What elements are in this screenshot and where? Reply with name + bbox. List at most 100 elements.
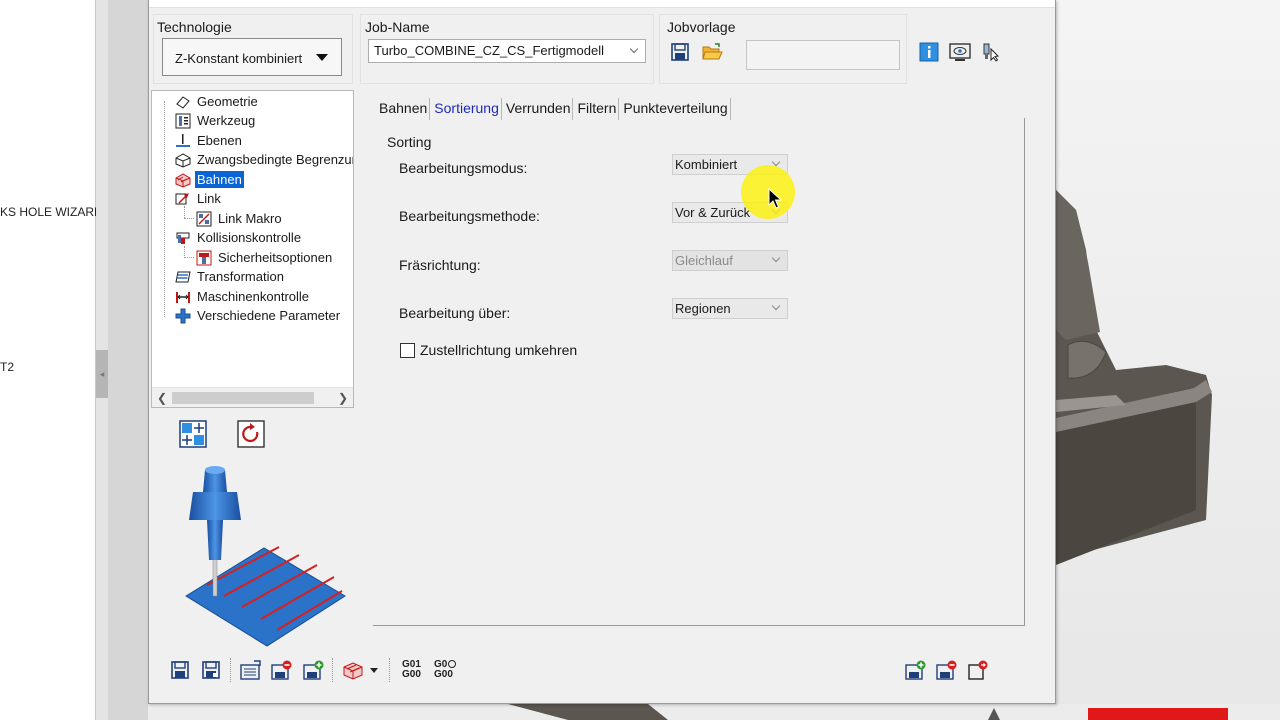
tree-item-link-makro[interactable]: Link Makro [195, 209, 284, 228]
scroll-right-icon[interactable]: ❯ [335, 390, 351, 406]
tree-item-label: Maschinenkontrolle [197, 289, 310, 304]
save-icon [171, 661, 189, 679]
fraesrichtung-dropdown: Gleichlauf [672, 250, 788, 271]
tree-item-label: Bahnen [195, 171, 244, 188]
scrollbar-thumb[interactable] [172, 392, 314, 404]
scroll-left-icon[interactable]: ❮ [154, 390, 170, 406]
tree-item-geometrie[interactable]: Geometrie [174, 92, 260, 111]
tree-item-label: Kollisionskontrolle [197, 230, 302, 245]
tree-item-sicherheitsoptionen[interactable]: Sicherheitsoptionen [195, 248, 334, 267]
tree-item-label: Zwangsbedingte Begrenzung [197, 152, 354, 167]
dropdown-value: Kombiniert [675, 157, 738, 172]
tab-sortierung[interactable]: Sortierung [430, 98, 502, 120]
add-job-button[interactable] [302, 658, 326, 682]
tab-filtern[interactable]: Filtern [573, 98, 620, 120]
milling-preview-icon [185, 466, 346, 647]
tool-pointer-icon [983, 43, 1000, 62]
bearbeitungsmodus-label: Bearbeitungsmodus: [399, 160, 528, 176]
zustellrichtung-label: Zustellrichtung umkehren [420, 342, 578, 358]
exit-dialog-button[interactable] [966, 658, 990, 682]
clock-icon [448, 660, 457, 668]
technology-label: Technologie [157, 19, 232, 35]
tree-item-ebenen[interactable]: Ebenen [174, 131, 244, 150]
tree-item-label: Sicherheitsoptionen [218, 250, 333, 265]
tree-item-zwangsbedingte-begrenzung[interactable]: Zwangsbedingte Begrenzung [174, 150, 354, 169]
sortierung-tab-panel [373, 118, 1025, 626]
remove-job-button[interactable] [270, 658, 294, 682]
job-list-button[interactable] [239, 658, 263, 682]
chevron-down-icon [316, 54, 328, 61]
chevron-down-icon [771, 253, 781, 263]
jobname-combobox[interactable]: Turbo_COMBINE_CZ_CS_Fertigmodell [368, 39, 646, 63]
dropdown-value: Gleichlauf [675, 253, 733, 268]
technology-value: Z-Konstant kombiniert [175, 51, 303, 66]
refresh-button[interactable] [236, 419, 266, 449]
help-pointer-button[interactable] [979, 40, 1003, 64]
save-job-button[interactable] [168, 658, 192, 682]
tree-item-maschinenkontrolle[interactable]: Maschinenkontrolle [174, 287, 311, 306]
expand-collapse-button[interactable] [178, 419, 208, 449]
tree-item-transformation[interactable]: Transformation [174, 267, 286, 286]
caret-down-icon [370, 668, 378, 673]
dropdown-value: Vor & Zurück [675, 205, 751, 220]
tree-item-werkzeug[interactable]: Werkzeug [174, 111, 257, 130]
remove-job-icon [271, 660, 292, 680]
parameter-tree[interactable]: Geometrie Werkzeug Ebenen Zwangsbedingte… [151, 90, 354, 408]
gcode-bottom: G00 [402, 669, 421, 680]
cad-viewport[interactable] [1056, 0, 1280, 720]
feature-tree-item[interactable]: T2 [0, 360, 14, 374]
bearbeitung-ueber-dropdown[interactable]: Regionen [672, 298, 788, 319]
save-template-button[interactable] [668, 40, 692, 64]
parameter-tabs: Bahnen Sortierung Verrunden Filtern Punk… [375, 98, 731, 120]
view-button[interactable] [948, 40, 972, 64]
tree-horizontal-scrollbar[interactable]: ❮ ❯ [152, 387, 353, 407]
panel-splitter[interactable]: ◂ [96, 0, 108, 720]
bearbeitungsmethode-label: Bearbeitungsmethode: [399, 208, 540, 224]
misc-params-icon [174, 308, 192, 324]
tree-item-bahnen[interactable]: Bahnen [174, 170, 244, 189]
toolbar-separator [230, 658, 231, 682]
tree-item-verschiedene-parameter[interactable]: Verschiedene Parameter [174, 306, 342, 325]
tree-item-link[interactable]: Link [174, 189, 223, 208]
transformation-icon [174, 269, 192, 285]
refresh-icon [237, 420, 265, 448]
tree-item-label: Ebenen [197, 133, 242, 148]
stock-model-icon [343, 662, 363, 680]
jobname-value: Turbo_COMBINE_CZ_CS_Fertigmodell [374, 43, 604, 58]
mouse-cursor-icon [768, 187, 783, 213]
save-all-button[interactable] [199, 658, 223, 682]
chevron-down-icon [771, 301, 781, 311]
tool-icon [174, 113, 192, 129]
feature-tree-item[interactable]: KS HOLE WIZARD [0, 205, 103, 219]
tree-item-label: Verschiedene Parameter [197, 308, 341, 323]
toolpath-icon [174, 172, 192, 188]
jobvorlage-field[interactable] [746, 40, 900, 70]
machine-control-icon [174, 289, 192, 305]
zustellrichtung-checkbox[interactable] [400, 342, 415, 358]
zustellrichtung-checkbox-row[interactable]: Zustellrichtung umkehren [400, 342, 577, 358]
technology-combobox[interactable]: Z-Konstant kombiniert [162, 38, 342, 76]
gcode-button-2[interactable]: G0 G00 [434, 660, 457, 680]
gcode-button-1[interactable]: G01 G00 [402, 660, 421, 680]
link-icon [174, 191, 192, 207]
add-job-icon [905, 660, 926, 680]
dialog-title-strip [149, 0, 1055, 8]
stock-model-button[interactable] [341, 658, 365, 682]
constraint-icon [174, 152, 192, 168]
eye-monitor-icon [949, 43, 971, 61]
stock-model-dropdown[interactable] [368, 658, 380, 682]
tab-punkteverteilung[interactable]: Punkteverteilung [619, 98, 731, 120]
tree-item-kollisionskontrolle[interactable]: Kollisionskontrolle [174, 228, 303, 247]
job-list-icon [240, 660, 261, 680]
tab-verrunden[interactable]: Verrunden [502, 98, 574, 120]
open-template-button[interactable] [700, 40, 724, 64]
tab-bahnen[interactable]: Bahnen [375, 98, 431, 120]
remove-from-list-button[interactable] [935, 658, 959, 682]
add-to-list-button[interactable] [904, 658, 928, 682]
splitter-grip[interactable]: ◂ [96, 350, 108, 398]
safety-icon [195, 250, 213, 266]
part-model-render [1056, 190, 1212, 565]
exit-icon [968, 660, 988, 680]
sorting-section-title: Sorting [387, 134, 432, 150]
info-button[interactable] [917, 40, 941, 64]
